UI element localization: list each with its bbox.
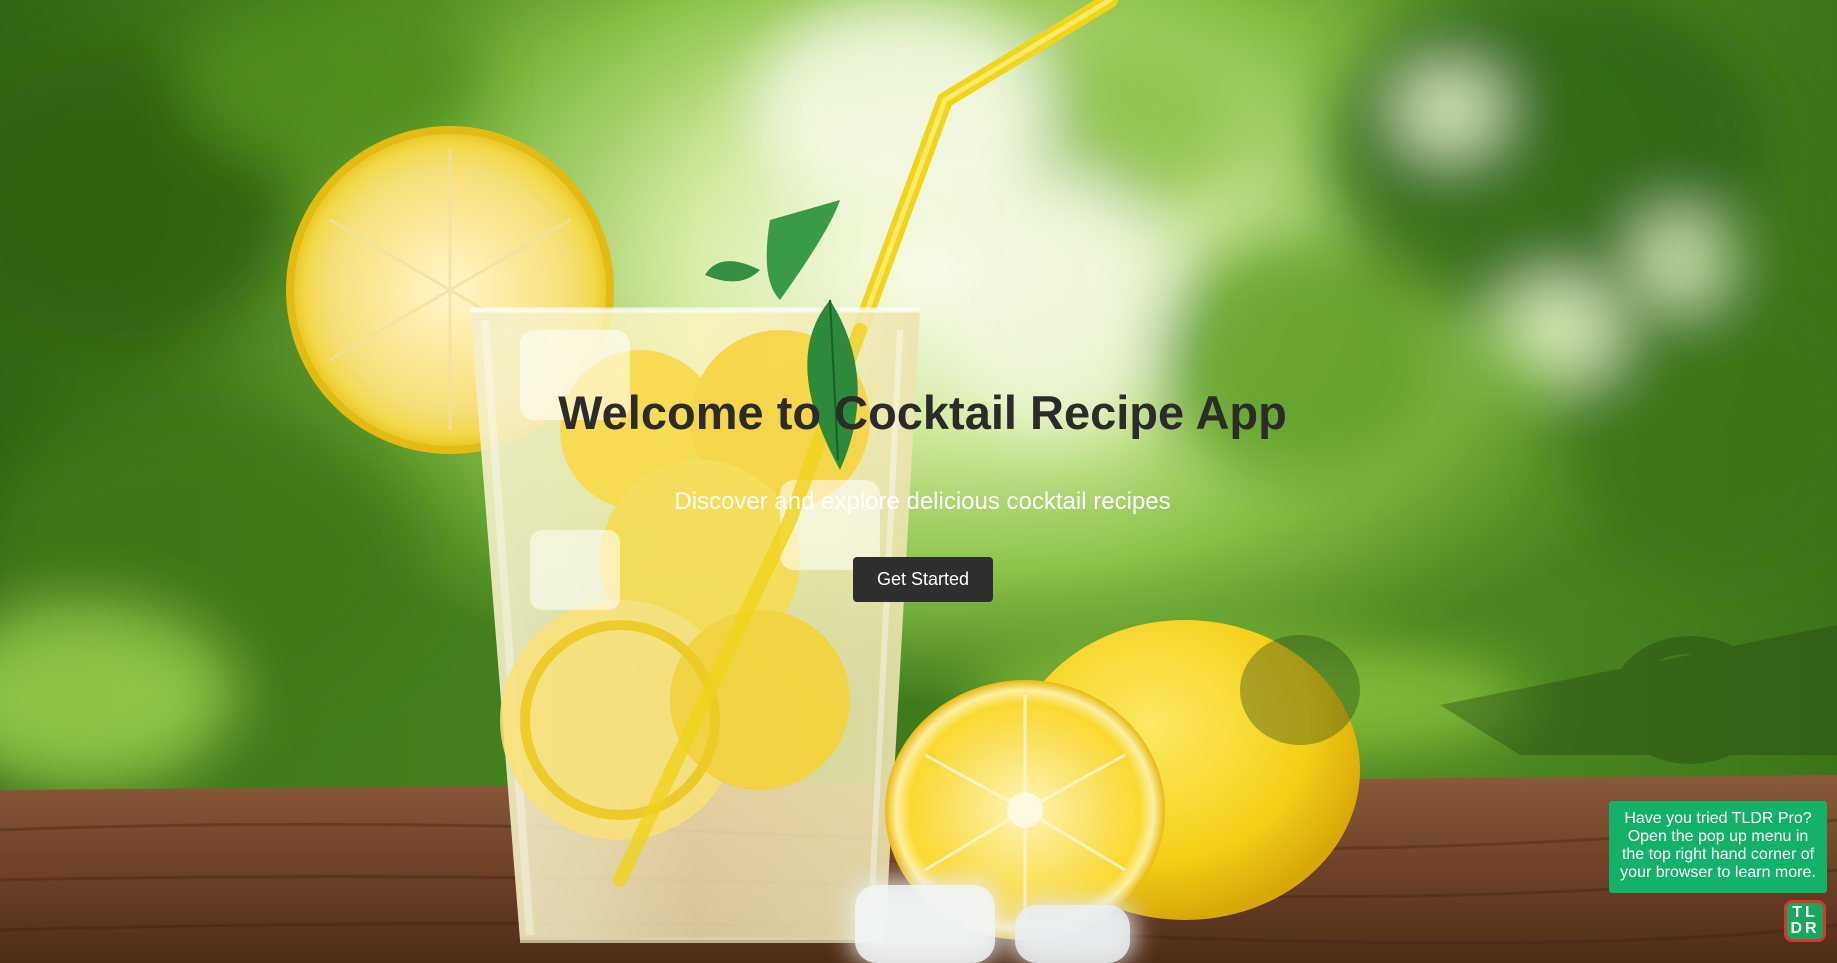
lemonade-background-image (0, 0, 1837, 963)
get-started-button[interactable]: Get Started (853, 557, 993, 602)
tldr-logo-bottom-letters: DR (1790, 920, 1820, 937)
tldr-promo-popup[interactable]: Have you tried TLDR Pro? Open the pop up… (1609, 801, 1827, 893)
tldr-logo-top-letters: TL (1792, 904, 1818, 921)
tldr-logo-icon[interactable]: TL DR (1784, 900, 1826, 942)
hero-section: Welcome to Cocktail Recipe App Discover … (0, 0, 1837, 963)
